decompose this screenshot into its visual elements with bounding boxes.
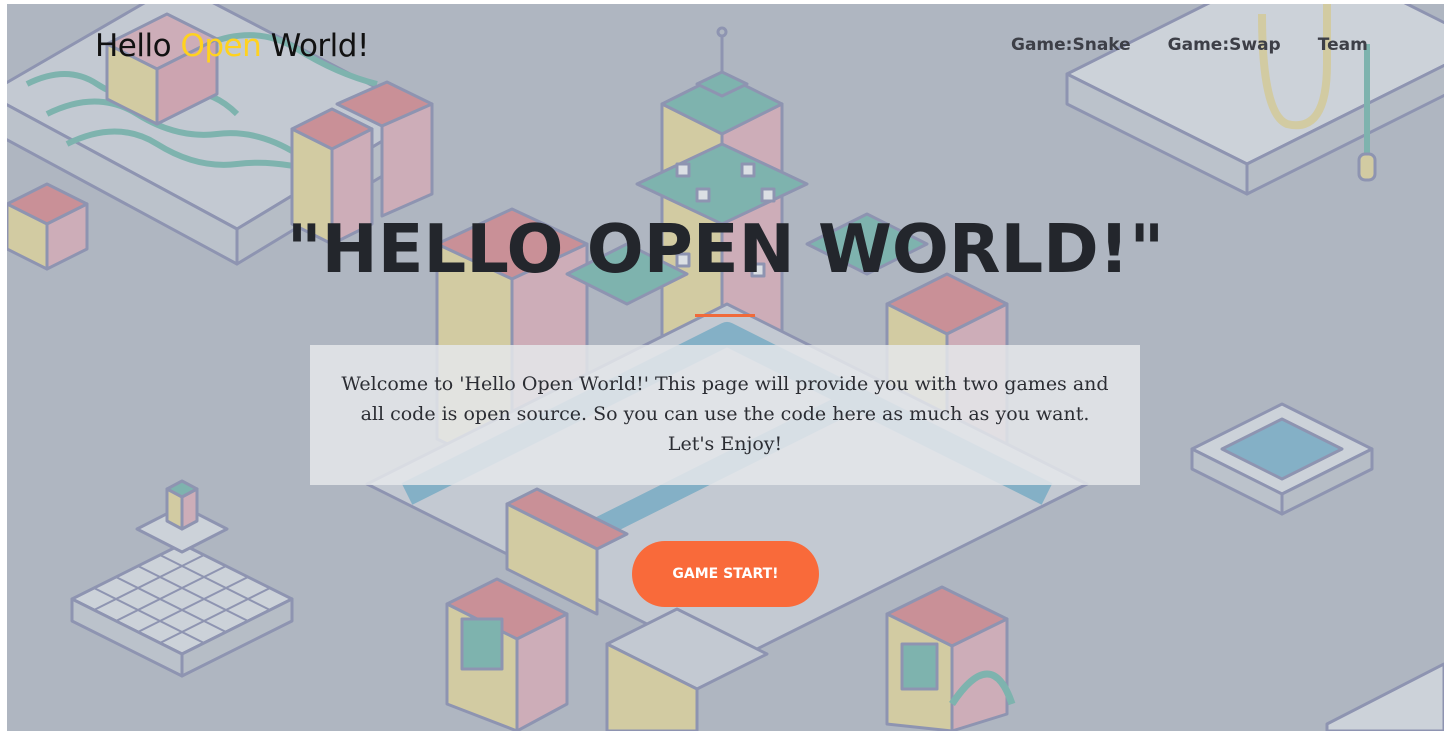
main-nav: Game:Snake Game:Swap Team <box>1011 35 1368 55</box>
nav-link-game-swap[interactable]: Game:Swap <box>1168 35 1281 55</box>
logo-text-world: World! <box>261 28 370 64</box>
game-start-button[interactable]: GAME START! <box>632 541 819 607</box>
nav-link-team[interactable]: Team <box>1318 35 1368 55</box>
intro-text-box: Welcome to 'Hello Open World!' This page… <box>310 345 1140 485</box>
logo-text-open: Open <box>180 28 262 64</box>
site-logo[interactable]: Hello Open World! <box>95 28 369 64</box>
hero-headline: "HELLO OPEN WORLD!" <box>286 210 1165 288</box>
hero-section: Hello Open World! Game:Snake Game:Swap T… <box>7 4 1444 731</box>
logo-text-hello: Hello <box>95 28 181 64</box>
headline-divider <box>695 314 755 317</box>
nav-link-game-snake[interactable]: Game:Snake <box>1011 35 1131 55</box>
